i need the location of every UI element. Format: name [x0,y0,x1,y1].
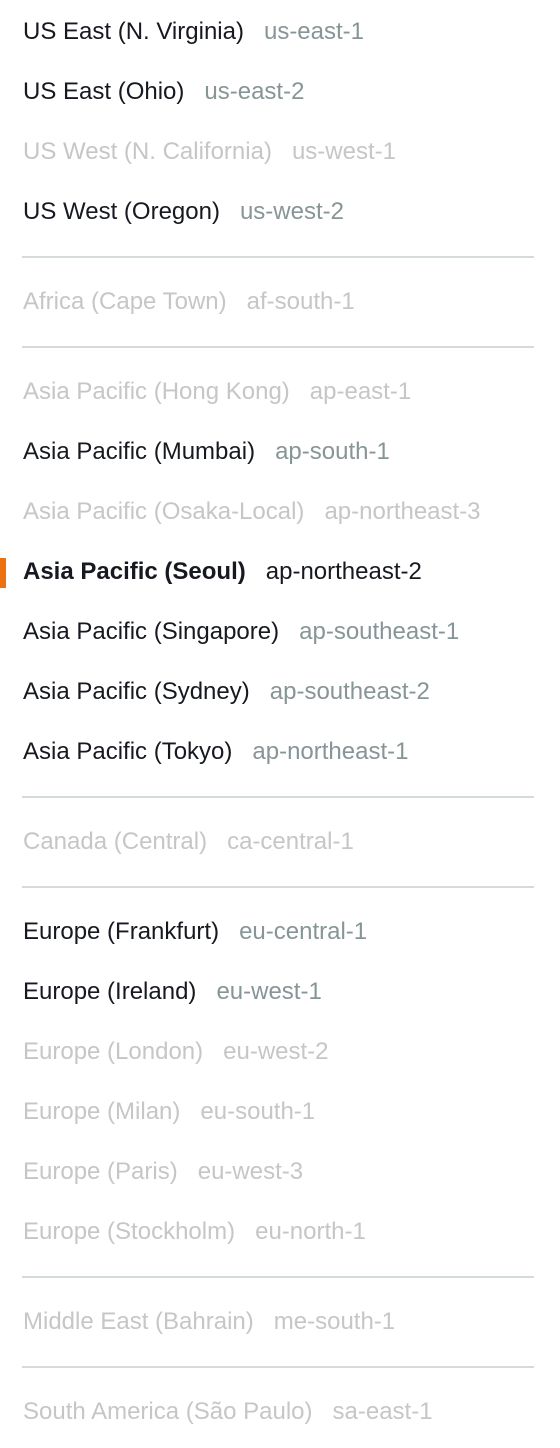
region-code: us-west-2 [239,198,344,225]
region-name: South America (São Paulo) [23,1398,313,1425]
region-name: US West (Oregon) [23,198,220,225]
region-group: Asia Pacific (Hong Kong) ap-east-1 Asia Pa… [0,362,560,782]
region-name: Asia Pacific (Sydney) [23,678,250,705]
region-item-us-east-2[interactable]: US East (Ohio) us-east-2 [0,62,560,122]
region-name: Africa (Cape Town) [23,288,227,315]
region-name: Asia Pacific (Mumbai) [23,438,256,465]
region-group-divider [22,796,534,798]
region-group: Canada (Central) ca-central-1 [0,812,560,872]
region-group-divider [22,256,534,258]
region-group: US East (N. Virginia) us-east-1 US East (O… [0,0,560,242]
region-code: us-east-1 [263,18,365,45]
region-name: Asia Pacific (Seoul) [23,558,246,585]
region-name: US West (N. California) [23,138,272,165]
region-item-sa-east-1: South America (São Paulo) sa-east-1 [0,1382,560,1442]
region-code: me-south-1 [273,1308,396,1335]
region-item-eu-north-1: Europe (Stockholm) eu-north-1 [0,1202,560,1262]
region-name: Europe (Frankfurt) [23,918,220,945]
region-name: Europe (Stockholm) [23,1218,236,1245]
region-item-eu-west-1[interactable]: Europe (Ireland) eu-west-1 [0,962,560,1022]
region-selector-menu: US East (N. Virginia) us-east-1 US East (O… [0,0,560,1442]
region-name: Asia Pacific (Singapore) [23,618,280,645]
region-code: ap-south-1 [275,438,390,465]
region-item-us-east-1[interactable]: US East (N. Virginia) us-east-1 [0,2,560,62]
region-code: af-south-1 [246,288,355,315]
region-item-eu-central-1[interactable]: Europe (Frankfurt) eu-central-1 [0,902,560,962]
region-name: Canada (Central) [23,828,208,855]
region-code: ap-east-1 [309,378,412,405]
region-item-eu-south-1: Europe (Milan) eu-south-1 [0,1082,560,1142]
region-code: eu-west-3 [197,1158,304,1185]
region-code: eu-central-1 [239,918,368,945]
region-group: Middle East (Bahrain) me-south-1 [0,1292,560,1352]
region-name: US East (Ohio) [23,78,185,105]
region-group: Africa (Cape Town) af-south-1 [0,272,560,332]
region-code: sa-east-1 [332,1398,433,1425]
region-group-divider [22,1276,534,1278]
region-code: eu-west-2 [223,1038,329,1065]
region-group-divider [22,1366,534,1368]
region-name: Middle East (Bahrain) [23,1308,254,1335]
region-code: us-west-1 [291,138,396,165]
region-item-ca-central-1: Canada (Central) ca-central-1 [0,812,560,872]
region-code: eu-north-1 [255,1218,366,1245]
region-code: ap-northeast-1 [252,738,409,765]
region-name: Asia Pacific (Osaka-Local) [23,498,305,525]
region-code: eu-west-1 [216,978,322,1005]
region-item-eu-west-2: Europe (London) eu-west-2 [0,1022,560,1082]
region-item-af-south-1: Africa (Cape Town) af-south-1 [0,272,560,332]
region-code: us-east-2 [204,78,305,105]
region-name: Europe (Milan) [23,1098,181,1125]
region-code: ap-northeast-3 [324,498,481,525]
region-item-us-west-2[interactable]: US West (Oregon) us-west-2 [0,182,560,242]
region-code: ap-northeast-2 [265,558,422,585]
region-item-ap-southeast-2[interactable]: Asia Pacific (Sydney) ap-southeast-2 [0,662,560,722]
region-item-ap-northeast-2[interactable]: Asia Pacific (Seoul) ap-northeast-2 [0,542,560,602]
region-group: South America (São Paulo) sa-east-1 [0,1382,560,1442]
region-name: Europe (Ireland) [23,978,197,1005]
region-item-ap-northeast-1[interactable]: Asia Pacific (Tokyo) ap-northeast-1 [0,722,560,782]
region-code: ca-central-1 [227,828,354,855]
region-name: Asia Pacific (Hong Kong) [23,378,290,405]
region-group-divider [22,346,534,348]
region-item-me-south-1: Middle East (Bahrain) me-south-1 [0,1292,560,1352]
region-group-divider [22,886,534,888]
region-code: ap-southeast-1 [299,618,460,645]
region-item-ap-southeast-1[interactable]: Asia Pacific (Singapore) ap-southeast-1 [0,602,560,662]
region-name: Asia Pacific (Tokyo) [23,738,233,765]
region-item-us-west-1: US West (N. California) us-west-1 [0,122,560,182]
region-code: ap-southeast-2 [269,678,430,705]
region-item-ap-northeast-3: Asia Pacific (Osaka-Local) ap-northeast-3 [0,482,560,542]
region-item-eu-west-3: Europe (Paris) eu-west-3 [0,1142,560,1202]
region-code: eu-south-1 [200,1098,316,1125]
region-name: Europe (London) [23,1038,204,1065]
region-name: US East (N. Virginia) [23,18,244,45]
region-item-ap-south-1[interactable]: Asia Pacific (Mumbai) ap-south-1 [0,422,560,482]
region-item-ap-east-1: Asia Pacific (Hong Kong) ap-east-1 [0,362,560,422]
region-name: Europe (Paris) [23,1158,178,1185]
region-group: Europe (Frankfurt) eu-central-1 Europe (Ir… [0,902,560,1262]
